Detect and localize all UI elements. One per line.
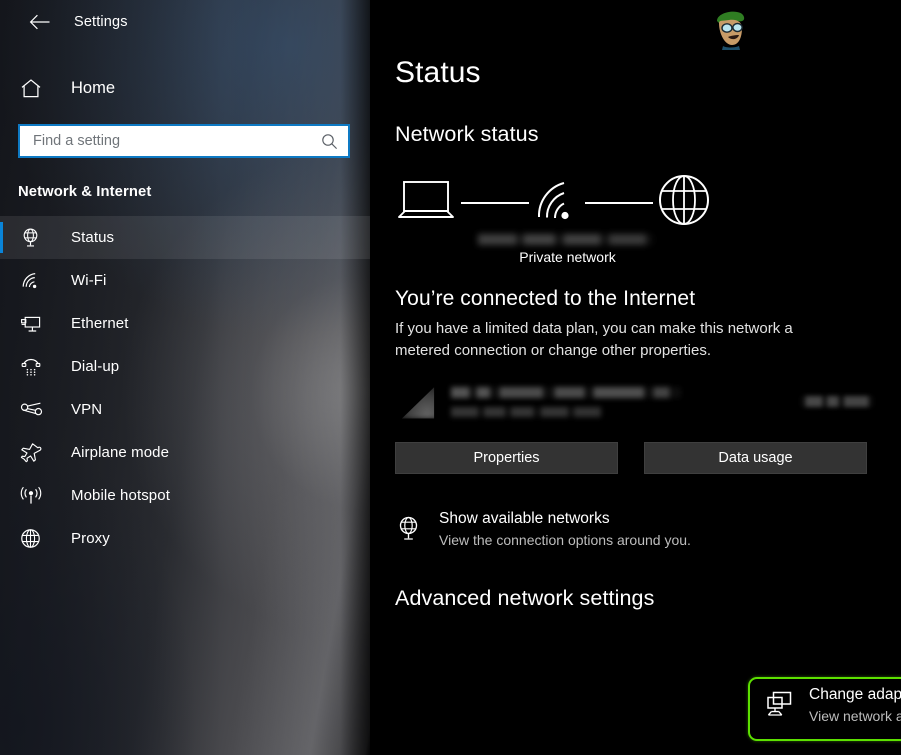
sidebar-item-mobile-hotspot[interactable]: Mobile hotspot: [0, 474, 370, 517]
network-type-label: Private network: [519, 249, 616, 265]
change-adapter-title: Change adapter options: [809, 686, 901, 703]
sidebar-item-wifi[interactable]: Wi-Fi: [0, 259, 370, 302]
sidebar-item-label: Mobile hotspot: [71, 487, 170, 504]
sidebar-item-label: Wi-Fi: [71, 272, 107, 289]
data-usage-button[interactable]: Data usage: [644, 441, 867, 474]
ethernet-icon: [20, 314, 50, 334]
search-box[interactable]: [18, 124, 350, 158]
show-networks-description: View the connection options around you.: [439, 531, 691, 548]
connection-line-right: [585, 201, 653, 204]
network-diagram: Private network: [395, 173, 735, 265]
network-data-size-redacted: [801, 396, 873, 407]
wifi-signal-icon: [533, 177, 581, 228]
settings-window: Settings Home Find a setting Network & I…: [0, 0, 901, 755]
home-icon: [20, 78, 50, 99]
vpn-key-icon: [20, 401, 50, 418]
action-button-row: Properties Data usage: [395, 441, 901, 474]
connection-line-left: [461, 201, 529, 204]
back-arrow-icon: [29, 14, 49, 30]
wifi-icon: [20, 271, 50, 290]
network-period-redacted: [451, 406, 601, 417]
mascot-avatar-icon: [708, 4, 752, 50]
sidebar-item-vpn[interactable]: VPN: [0, 388, 370, 431]
sidebar-item-home[interactable]: Home: [0, 65, 370, 111]
show-available-networks-link[interactable]: Show available networks View the connect…: [395, 510, 865, 548]
page-title: Status: [395, 56, 481, 89]
show-networks-title: Show available networks: [439, 509, 610, 527]
sidebar-item-airplane-mode[interactable]: Airplane mode: [0, 431, 370, 474]
home-label: Home: [71, 78, 116, 97]
sidebar-item-label: Ethernet: [71, 315, 129, 332]
sidebar-section-title: Network & Internet: [18, 184, 152, 200]
back-button[interactable]: [18, 7, 60, 37]
properties-button[interactable]: Properties: [395, 441, 618, 474]
sidebar-item-label: Status: [71, 229, 115, 246]
search-icon[interactable]: [321, 133, 338, 150]
globe-icon: [20, 528, 50, 549]
sidebar: Settings Home Find a setting Network & I…: [0, 0, 370, 755]
network-usage-row: [395, 380, 873, 424]
sidebar-item-label: VPN: [71, 401, 103, 418]
airplane-icon: [20, 442, 50, 463]
laptop-icon: [395, 177, 457, 228]
title-bar: Settings: [0, 0, 370, 44]
search-input[interactable]: [33, 133, 321, 149]
hotspot-icon: [20, 486, 50, 506]
globe-icon: [657, 173, 711, 232]
sidebar-item-ethernet[interactable]: Ethernet: [0, 302, 370, 345]
change-adapter-options-link[interactable]: Change adapter options View network adap…: [765, 686, 901, 724]
advanced-network-settings-heading: Advanced network settings: [395, 585, 655, 610]
app-title: Settings: [74, 14, 128, 30]
dialup-phone-icon: [20, 357, 50, 377]
search-container: [18, 124, 352, 158]
network-status-heading: Network status: [395, 122, 539, 146]
network-ssid-redacted: [478, 234, 653, 245]
network-adapters-icon: [765, 686, 807, 723]
sidebar-item-proxy[interactable]: Proxy: [0, 517, 370, 560]
sidebar-item-dialup[interactable]: Dial-up: [0, 345, 370, 388]
sidebar-nav-list: Status Wi-Fi Ethernet Dial-up VPN Airpla…: [0, 216, 370, 560]
connection-description: If you have a limited data plan, you can…: [395, 320, 793, 359]
sidebar-item-label: Dial-up: [71, 358, 120, 375]
sidebar-item-label: Proxy: [71, 530, 110, 547]
network-name-redacted: [451, 386, 681, 398]
sidebar-item-status[interactable]: Status: [0, 216, 370, 259]
sidebar-item-label: Airplane mode: [71, 444, 170, 461]
wifi-signal-icon: [401, 387, 435, 419]
connection-headline: You’re connected to the Internet: [395, 287, 696, 310]
globe-monitor-icon: [20, 227, 50, 248]
globe-monitor-icon: [395, 510, 435, 542]
change-adapter-description: View network adapters and change connect…: [809, 708, 901, 724]
main-content: Status Network status Private network Yo…: [370, 0, 901, 755]
